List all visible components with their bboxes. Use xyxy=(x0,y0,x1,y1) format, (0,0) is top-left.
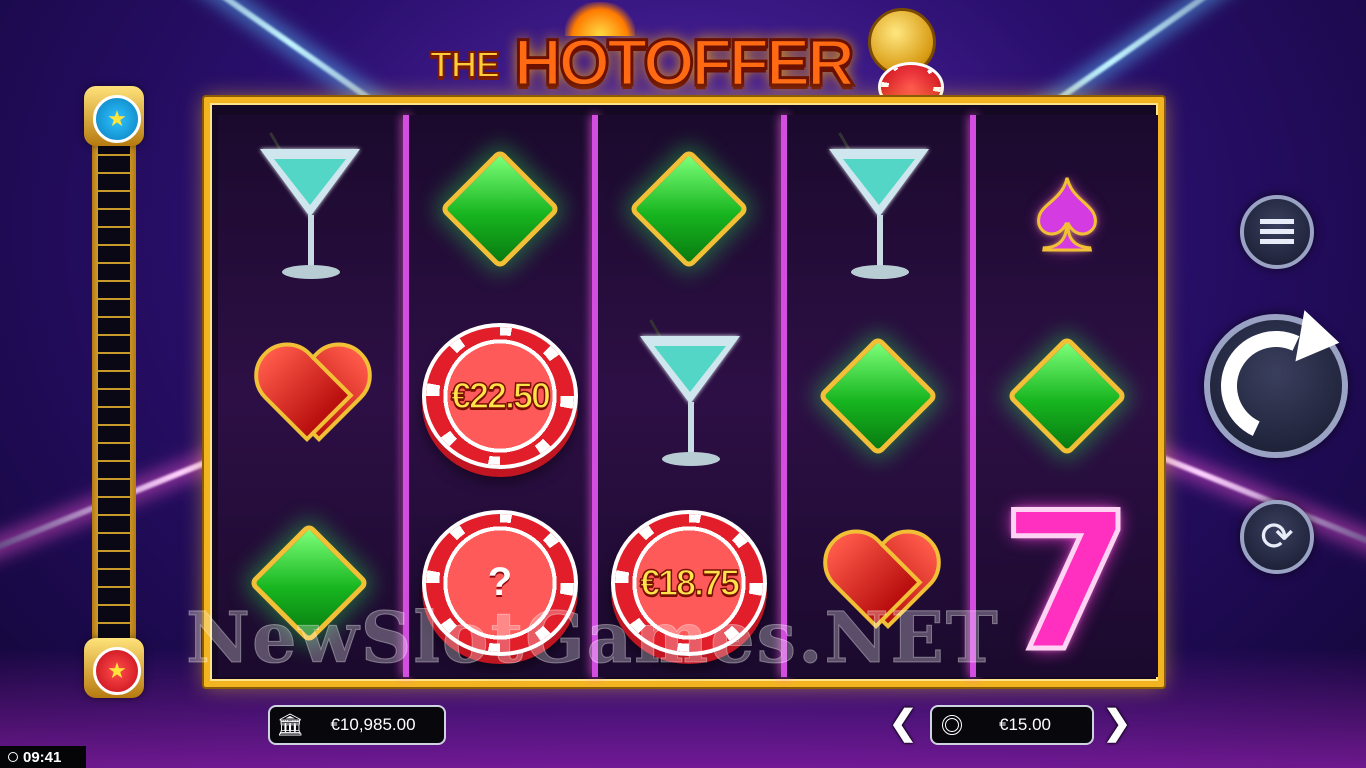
martini-symbol xyxy=(254,129,364,289)
reel-1-row-1 xyxy=(218,115,400,302)
reel-4 xyxy=(787,115,969,677)
reel-1 xyxy=(218,115,400,677)
autoplay-button[interactable]: ⟳ xyxy=(1240,500,1314,574)
martini-symbol xyxy=(823,129,933,289)
reel-3-row-1 xyxy=(598,115,780,302)
reel-5-row-1: ♠ xyxy=(976,115,1158,302)
balance-display: 🏛 €10,985.00 xyxy=(268,705,446,745)
diamond-symbol xyxy=(628,147,750,270)
bet-increase-button[interactable]: ❯ xyxy=(1100,704,1134,742)
chip-value: €22.50 xyxy=(450,374,552,417)
meter-top-cap: ★ xyxy=(84,86,144,146)
seven-symbol: 7 xyxy=(998,471,1135,693)
clock-icon xyxy=(8,752,18,762)
heart-symbol xyxy=(240,328,386,444)
reel-3: €18.75 xyxy=(598,115,780,677)
logo-hot-offer: HOTOFFER xyxy=(513,24,857,101)
reel-1-row-2 xyxy=(218,302,400,489)
reel-5-row-3: 7 xyxy=(976,471,1158,693)
diamond-symbol xyxy=(439,147,561,270)
reel-5: ♠ 7 xyxy=(976,115,1158,693)
balance-value: €10,985.00 xyxy=(330,715,416,734)
reel-5-row-2 xyxy=(976,302,1158,489)
clock-time: 09:41 xyxy=(23,748,62,766)
spin-button[interactable] xyxy=(1204,314,1348,458)
reel-3-row-2 xyxy=(598,302,780,489)
reel-2: €22.50 ? xyxy=(409,115,591,677)
bank-icon: 🏛 xyxy=(276,712,304,737)
bet-decrease-button[interactable]: ❮ xyxy=(886,704,920,742)
reel-4-row-2 xyxy=(787,302,969,489)
meter-bottom-cap: ★ xyxy=(84,638,144,698)
meter-track xyxy=(98,138,130,644)
autoplay-arrows-icon: ⟳ xyxy=(1260,515,1294,559)
reel-4-row-1 xyxy=(787,115,969,302)
reel-2-row-2: €22.50 xyxy=(409,302,591,489)
spade-symbol: ♠ xyxy=(1034,141,1101,276)
logo-the: THE xyxy=(429,43,501,86)
menu-button[interactable] xyxy=(1240,195,1314,269)
diamond-symbol xyxy=(817,334,939,457)
chip-icon xyxy=(932,715,972,735)
star-red-chip-icon: ★ xyxy=(93,647,141,695)
bet-value: €15.00 xyxy=(999,715,1051,734)
clock: 09:41 xyxy=(0,746,86,768)
hamburger-menu-icon xyxy=(1260,219,1294,245)
spin-arrow-icon xyxy=(1205,315,1347,457)
bet-display[interactable]: €15.00 xyxy=(930,705,1094,745)
diamond-symbol xyxy=(1006,334,1128,457)
reel-2-row-1 xyxy=(409,115,591,302)
feature-meter: ★ ★ xyxy=(84,86,144,698)
martini-symbol xyxy=(634,316,744,476)
cash-chip-symbol: €22.50 xyxy=(422,322,578,469)
game-logo: THE HOTOFFER xyxy=(429,2,950,112)
watermark: NewSlotGames.NET xyxy=(186,596,1000,680)
star-blue-chip-icon: ★ xyxy=(93,95,141,143)
